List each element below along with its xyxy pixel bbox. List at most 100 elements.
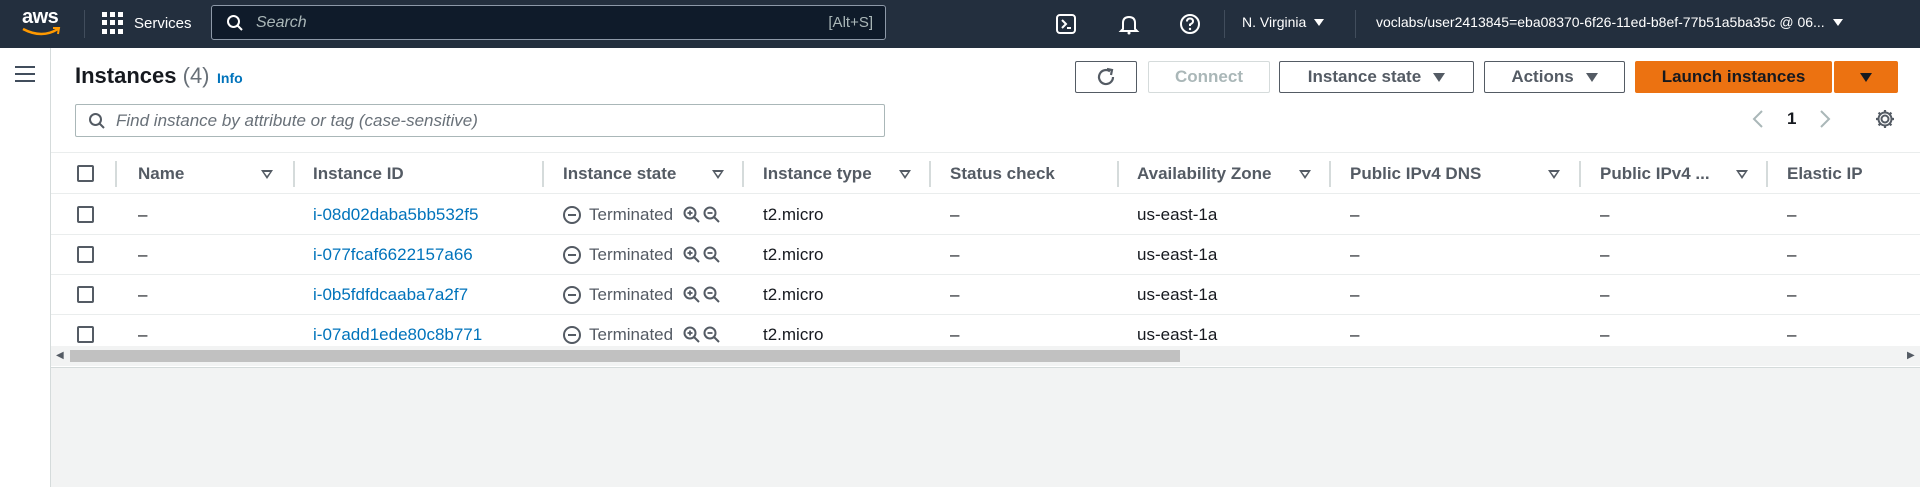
- services-menu[interactable]: Services: [102, 12, 192, 34]
- help-icon[interactable]: [1176, 10, 1204, 38]
- column-label: Public IPv4 ...: [1600, 164, 1710, 183]
- instance-filter-input[interactable]: Find instance by attribute or tag (case-…: [75, 104, 885, 137]
- page-title: Instances (4): [75, 63, 210, 89]
- column-header-instance-id[interactable]: Instance ID: [313, 153, 404, 195]
- zoom-in-icon[interactable]: [683, 286, 701, 304]
- instance-state-button[interactable]: Instance state: [1279, 61, 1474, 93]
- column-header-elastic-ip[interactable]: Elastic IP: [1787, 153, 1863, 195]
- search-input[interactable]: Search [Alt+S]: [211, 5, 886, 40]
- scroll-right-icon[interactable]: ▶: [1907, 350, 1915, 361]
- row-checkbox[interactable]: [77, 246, 94, 263]
- scrollbar-thumb[interactable]: [70, 350, 1180, 362]
- search-icon: [227, 14, 243, 31]
- refresh-button[interactable]: [1075, 61, 1137, 93]
- settings-gear-icon[interactable]: [1874, 108, 1896, 130]
- region-caret-icon: [1314, 18, 1325, 26]
- table-row[interactable]: – i-0b5fdfdcaaba7a2f7 Terminated t2.micr…: [51, 275, 1920, 315]
- cell-public-ipv4: –: [1600, 285, 1610, 304]
- menu-hamburger-icon[interactable]: [15, 66, 35, 82]
- chevron-left-icon[interactable]: [1751, 109, 1765, 129]
- actions-label: Actions: [1511, 67, 1574, 86]
- cell-public-ipv4: –: [1600, 205, 1610, 224]
- zoom-out-icon[interactable]: [703, 206, 721, 224]
- info-link[interactable]: Info: [217, 70, 243, 86]
- connect-button[interactable]: Connect: [1148, 61, 1270, 93]
- caret-down-icon: [1860, 72, 1872, 82]
- cell-public-ipv4-dns: –: [1350, 245, 1360, 264]
- services-grid-icon: [102, 12, 124, 34]
- cell-status-check: –: [950, 205, 960, 224]
- column-divider: [1329, 161, 1331, 187]
- launch-options-dropdown[interactable]: [1834, 61, 1898, 93]
- row-checkbox[interactable]: [77, 286, 94, 303]
- cell-instance-type: t2.micro: [763, 285, 824, 304]
- cell-availability-zone: us-east-1a: [1137, 205, 1218, 224]
- cell-status-check: –: [950, 245, 960, 264]
- cell-name: –: [138, 245, 148, 264]
- notifications-bell-icon[interactable]: [1115, 10, 1143, 38]
- launch-instances-button[interactable]: Launch instances: [1635, 61, 1832, 93]
- column-header-instance-state[interactable]: Instance state: [563, 153, 676, 195]
- sort-icon[interactable]: [1736, 153, 1748, 195]
- pagination: 1: [1751, 108, 1896, 130]
- table-row[interactable]: – i-08d02daba5bb532f5 Terminated t2.micr…: [51, 195, 1920, 235]
- zoom-in-icon[interactable]: [683, 206, 701, 224]
- cell-instance-id[interactable]: i-0b5fdfdcaaba7a2f7: [313, 275, 468, 315]
- zoom-controls: [683, 286, 721, 304]
- zoom-out-icon[interactable]: [703, 286, 721, 304]
- page-number[interactable]: 1: [1787, 109, 1796, 129]
- state-label: Terminated: [589, 285, 674, 304]
- refresh-icon: [1097, 67, 1115, 86]
- table-row[interactable]: – i-077fcaf6622157a66 Terminated t2.micr…: [51, 235, 1920, 275]
- cell-public-ipv4-dns: –: [1350, 285, 1360, 304]
- column-divider: [929, 161, 931, 187]
- sort-icon[interactable]: [261, 153, 273, 195]
- page-title-text: Instances: [75, 63, 177, 88]
- cell-instance-id[interactable]: i-08d02daba5bb532f5: [313, 195, 478, 235]
- column-label: Name: [138, 164, 185, 183]
- column-divider: [1117, 161, 1119, 187]
- row-checkbox[interactable]: [77, 326, 94, 343]
- zoom-in-icon[interactable]: [683, 246, 701, 264]
- account-label: voclabs/user2413845=eba08370-6f26-11ed-b…: [1376, 14, 1825, 30]
- column-label: Availability Zone: [1137, 164, 1272, 183]
- nav-divider: [1355, 10, 1356, 38]
- sort-icon[interactable]: [712, 153, 724, 195]
- scroll-left-icon[interactable]: ◀: [56, 350, 64, 361]
- zoom-controls: [683, 206, 721, 224]
- state-label: Terminated: [589, 325, 674, 344]
- column-label: Status check: [950, 164, 1055, 183]
- column-label: Instance ID: [313, 164, 404, 183]
- cell-instance-id[interactable]: i-077fcaf6622157a66: [313, 235, 473, 275]
- column-header-public-ipv4-dns[interactable]: Public IPv4 DNS: [1350, 153, 1481, 195]
- zoom-in-icon[interactable]: [683, 326, 701, 344]
- sort-icon[interactable]: [1299, 153, 1311, 195]
- search-icon: [89, 112, 105, 129]
- cell-name: –: [138, 285, 148, 304]
- services-label: Services: [134, 14, 192, 32]
- region-selector[interactable]: N. Virginia: [1242, 14, 1325, 30]
- account-caret-icon: [1832, 18, 1843, 26]
- instance-count: (4): [182, 63, 210, 88]
- cell-availability-zone: us-east-1a: [1137, 245, 1218, 264]
- horizontal-scrollbar[interactable]: ◀ ▶: [51, 346, 1920, 366]
- sort-icon[interactable]: [899, 153, 911, 195]
- column-header-availability-zone[interactable]: Availability Zone: [1137, 153, 1271, 195]
- zoom-out-icon[interactable]: [703, 326, 721, 344]
- cloudshell-icon[interactable]: [1052, 10, 1080, 38]
- side-navigation-rail: [0, 48, 51, 487]
- column-header-status-check[interactable]: Status check: [950, 153, 1055, 195]
- column-header-name[interactable]: Name: [138, 153, 184, 195]
- column-header-public-ipv4[interactable]: Public IPv4 ...: [1600, 153, 1710, 195]
- row-checkbox[interactable]: [77, 206, 94, 223]
- cell-public-ipv4-dns: –: [1350, 205, 1360, 224]
- chevron-right-icon[interactable]: [1818, 109, 1832, 129]
- account-menu[interactable]: voclabs/user2413845=eba08370-6f26-11ed-b…: [1376, 14, 1843, 30]
- actions-button[interactable]: Actions: [1484, 61, 1625, 93]
- column-label: Instance type: [763, 164, 872, 183]
- zoom-out-icon[interactable]: [703, 246, 721, 264]
- sort-icon[interactable]: [1548, 153, 1560, 195]
- select-all-checkbox[interactable]: [77, 165, 94, 182]
- column-header-instance-type[interactable]: Instance type: [763, 153, 872, 195]
- aws-logo[interactable]: aws: [20, 6, 64, 40]
